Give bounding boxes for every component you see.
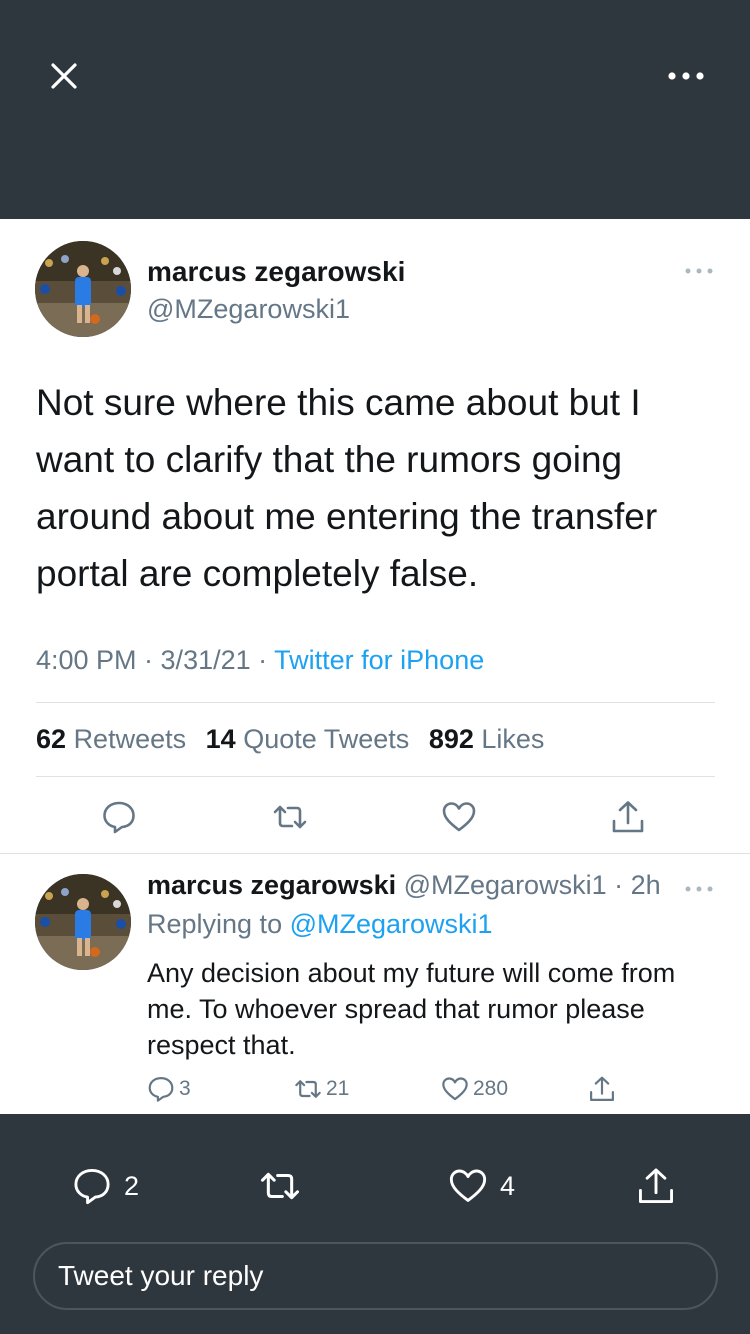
reply-header: marcus zegarowski @MZegarowski1 · 2h <box>147 870 661 901</box>
quotes-stat[interactable]: 14 Quote Tweets <box>206 724 410 754</box>
reply-reply-button[interactable]: 3 <box>147 1074 191 1104</box>
likes-count: 892 <box>428 724 474 754</box>
divider <box>0 853 750 854</box>
tweet-stats: 62 Retweets 14 Quote Tweets 892 Likes <box>36 724 556 755</box>
retweets-stat[interactable]: 62 Retweets <box>36 724 186 754</box>
bottom-reply-count: 2 <box>124 1170 140 1201</box>
reply-options-icon[interactable] <box>684 881 714 897</box>
tweet-timestamp: 4:00 PM · 3/31/21 · <box>36 645 275 675</box>
reply-icon[interactable] <box>101 799 137 835</box>
reply-like-button[interactable]: 280 <box>441 1074 508 1104</box>
quotes-label: Quote Tweets <box>243 724 410 754</box>
share-icon <box>590 1076 614 1101</box>
replying-to: Replying to @MZegarowski1 <box>147 909 493 940</box>
reply-input[interactable]: Tweet your reply <box>33 1242 718 1310</box>
bottom-reply-button[interactable]: 2 <box>72 1164 139 1208</box>
tweet-options-icon[interactable] <box>684 263 714 279</box>
replying-to-link[interactable]: @MZegarowski1 <box>290 909 493 939</box>
retweets-label: Retweets <box>73 724 187 754</box>
reply-author-name[interactable]: marcus zegarowski <box>147 870 396 900</box>
retweet-icon <box>295 1080 321 1098</box>
reply-icon <box>74 1169 110 1205</box>
quotes-count: 14 <box>205 724 236 754</box>
likes-stat[interactable]: 892 Likes <box>429 724 545 754</box>
reply-share-button[interactable] <box>588 1074 616 1104</box>
author-handle[interactable]: @MZegarowski1 <box>147 294 350 325</box>
reply-icon <box>148 1077 174 1102</box>
replying-prefix: Replying to <box>147 909 290 939</box>
reply-text: Any decision about my future will come f… <box>147 958 676 1060</box>
reply-avatar[interactable] <box>35 874 131 970</box>
reply-like-count: 280 <box>473 1077 509 1100</box>
divider <box>36 776 715 777</box>
likes-label: Likes <box>481 724 545 754</box>
bottom-retweet-button[interactable] <box>259 1164 301 1208</box>
tweet-source-link[interactable]: Twitter for iPhone <box>274 645 484 675</box>
like-icon <box>442 1077 468 1101</box>
reply-reply-count: 3 <box>179 1077 191 1100</box>
close-icon[interactable] <box>44 56 84 96</box>
tweet-detail-card: marcus zegarowski @MZegarowski1 Not sure… <box>0 219 750 1114</box>
tweet-text: Not sure where this came about but I wan… <box>36 382 658 594</box>
reply-retweet-button[interactable]: 21 <box>294 1074 349 1104</box>
avatar[interactable] <box>35 241 131 337</box>
bottom-like-button[interactable]: 4 <box>448 1164 515 1208</box>
share-icon <box>639 1168 673 1203</box>
author-name[interactable]: marcus zegarowski <box>147 256 405 288</box>
reply-retweet-count: 21 <box>326 1077 350 1100</box>
bottom-action-bar: 2 4 Tweet your reply <box>0 1114 750 1334</box>
more-options-icon[interactable] <box>666 64 706 88</box>
divider <box>36 702 715 703</box>
tweet-actions <box>0 799 750 839</box>
retweet-icon[interactable] <box>272 799 308 835</box>
reply-handle-time: @MZegarowski1 · 2h <box>396 870 661 900</box>
retweet-icon <box>260 1172 300 1200</box>
retweets-count: 62 <box>36 724 67 754</box>
bottom-like-count: 4 <box>500 1170 516 1201</box>
top-bar <box>0 0 750 219</box>
like-icon <box>449 1169 487 1202</box>
share-icon[interactable] <box>610 799 646 835</box>
tweet-meta: 4:00 PM · 3/31/21 · Twitter for iPhone <box>36 645 484 676</box>
bottom-share-button[interactable] <box>636 1164 676 1208</box>
like-icon[interactable] <box>441 799 477 835</box>
